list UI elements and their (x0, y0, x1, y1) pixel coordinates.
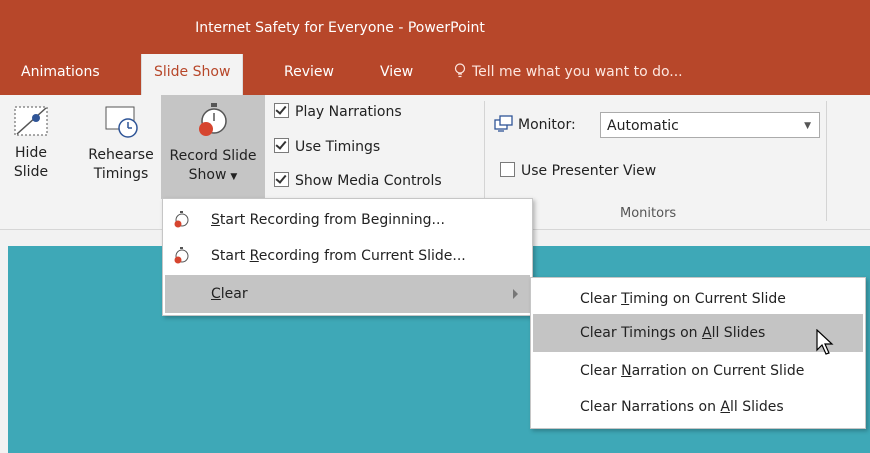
checkbox-checked-icon (274, 138, 289, 153)
record-stopwatch-icon (199, 103, 227, 136)
menu-item-start-from-beginning[interactable]: Start Recording from Beginning... (163, 201, 530, 239)
checkbox-checked-icon (274, 103, 289, 118)
use-timings-checkbox[interactable]: Use Timings (274, 136, 380, 158)
menu-item-clear-narration-current[interactable]: Clear Narration on Current Slide (531, 352, 863, 390)
rehearse-timings-button[interactable]: Rehearse Timings (86, 100, 156, 198)
monitor-label: Monitor: (494, 114, 576, 136)
monitor-icon (494, 115, 513, 132)
tab-animations[interactable]: Animations (9, 54, 112, 95)
record-slide-show-menu: Start Recording from Beginning... Start … (162, 198, 533, 316)
checkbox-unchecked-icon (500, 162, 515, 177)
submenu-arrow-icon (513, 289, 518, 299)
title-bar: Internet Safety for Everyone - PowerPoin… (0, 0, 870, 95)
play-narrations-checkbox[interactable]: Play Narrations (274, 101, 402, 123)
hide-slide-icon (14, 106, 48, 136)
window-title: Internet Safety for Everyone - PowerPoin… (195, 20, 485, 36)
monitor-select[interactable]: Automatic ▼ (600, 112, 820, 138)
tab-review[interactable]: Review (272, 54, 346, 95)
record-stopwatch-icon (174, 211, 189, 228)
show-media-controls-checkbox[interactable]: Show Media Controls (274, 170, 442, 192)
menu-item-clear-narrations-all[interactable]: Clear Narrations on All Slides (531, 388, 863, 426)
menu-item-clear-timings-all[interactable]: Clear Timings on All Slides (533, 314, 863, 352)
monitors-group-label: Monitors (620, 206, 677, 221)
group-separator (826, 101, 827, 221)
lightbulb-icon (454, 63, 466, 78)
use-presenter-view-checkbox[interactable]: Use Presenter View (500, 160, 656, 182)
rehearse-timings-icon (105, 106, 138, 138)
menu-item-clear-timing-current[interactable]: Clear Timing on Current Slide (531, 280, 863, 318)
mouse-pointer-icon (816, 329, 834, 355)
record-slide-show-button[interactable]: Record Slide Show ▼ (161, 95, 265, 199)
record-stopwatch-icon (174, 247, 189, 264)
checkbox-checked-icon (274, 172, 289, 187)
menu-item-clear[interactable]: Clear (165, 275, 530, 313)
dropdown-caret-icon: ▼ (230, 172, 238, 182)
tab-slide-show[interactable]: Slide Show (141, 54, 244, 95)
hide-slide-button[interactable]: Hide Slide (8, 100, 54, 198)
tell-me-search[interactable]: Tell me what you want to do... (454, 54, 683, 91)
chevron-down-icon: ▼ (804, 121, 811, 131)
menu-item-start-from-current[interactable]: Start Recording from Current Slide... (163, 237, 530, 275)
tab-view[interactable]: View (368, 54, 425, 95)
